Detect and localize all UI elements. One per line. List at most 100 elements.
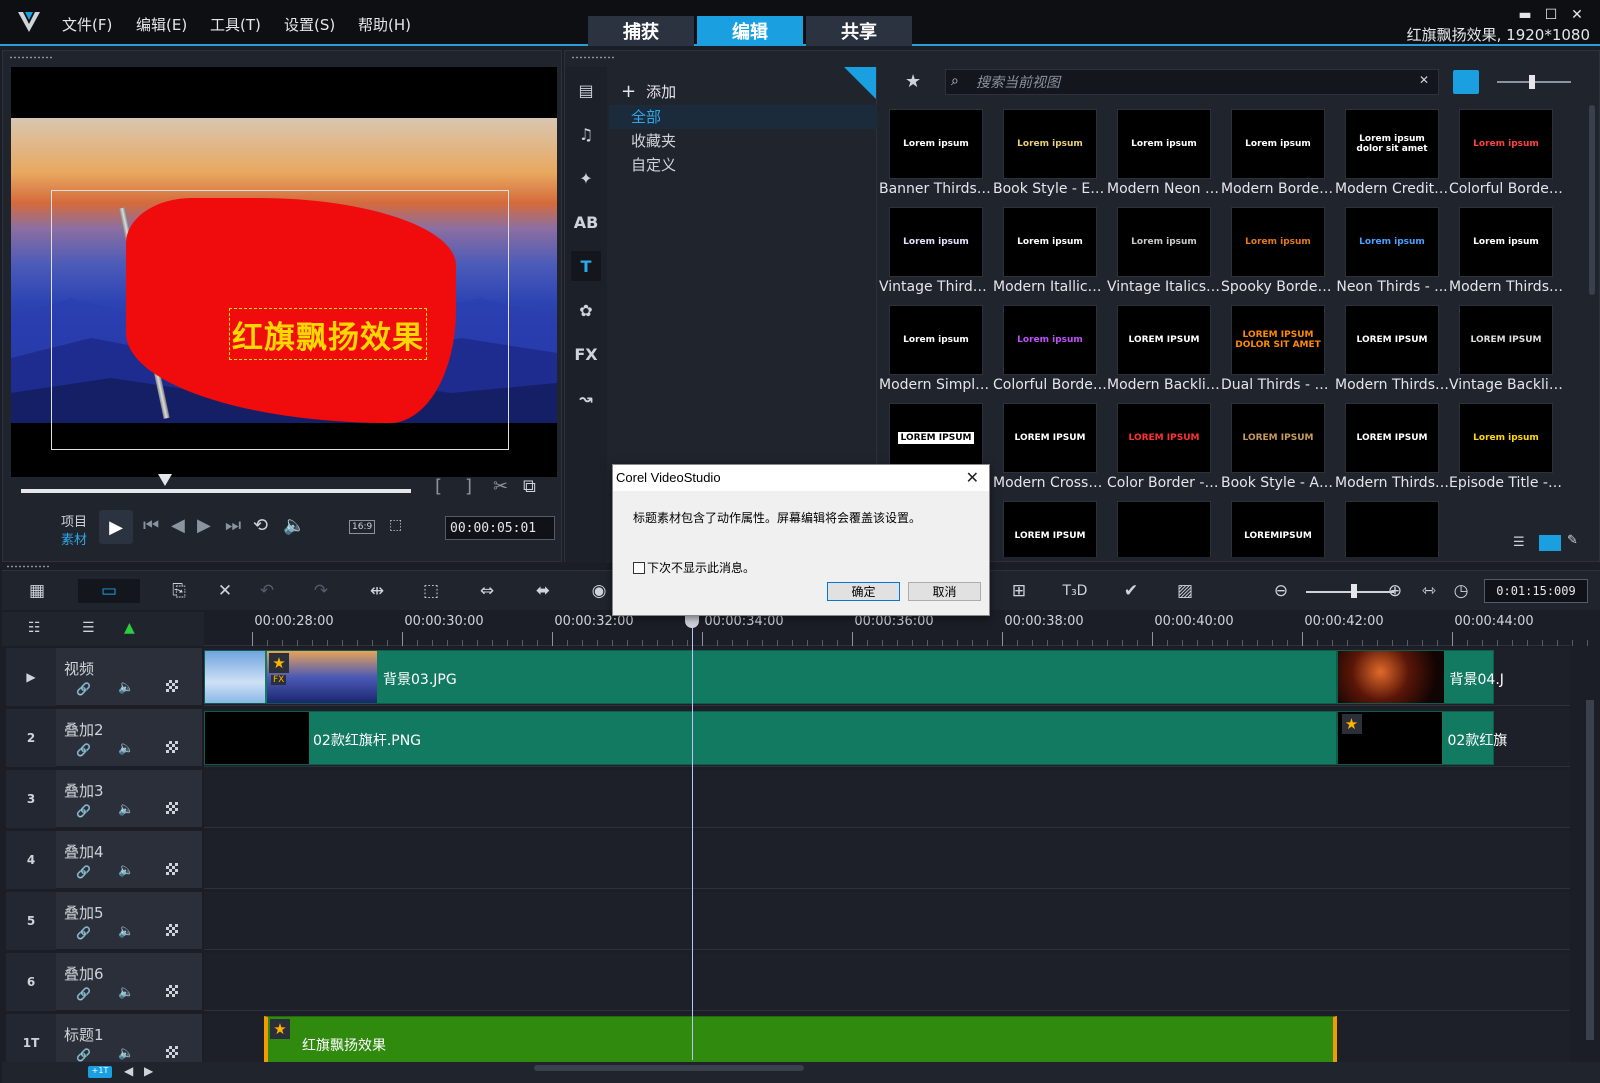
title-preset-tile[interactable]: Lorem ipsum dolor sit amet Modern Credits… [1335, 105, 1449, 203]
track-visibility-icon[interactable] [166, 1046, 178, 1058]
storyboard-view-icon[interactable]: ▦ [24, 579, 50, 603]
fit-icon[interactable]: ⇹ [364, 579, 390, 603]
fit-project-icon[interactable]: ⇿ [1416, 579, 1442, 603]
chapter-marker-icon[interactable]: ▲ [124, 620, 135, 636]
mark-out-icon[interactable]: ] [465, 476, 472, 497]
crop-icon[interactable]: ⬚ [418, 579, 444, 603]
title-preset-tile[interactable]: LOREM IPSUM Modern Backlig... [1107, 301, 1221, 399]
title-preset-tile[interactable]: Lorem ipsum Spooky Border ... [1221, 203, 1335, 301]
previous-frame-icon[interactable]: ◀ [171, 515, 185, 536]
enlarge-preview-icon[interactable]: ⧉ [523, 476, 536, 497]
3d-title-icon[interactable]: T₃D [1062, 579, 1088, 603]
track-visibility-icon[interactable] [166, 741, 178, 753]
link-icon[interactable]: 🔗 [76, 987, 91, 1001]
scrub-bar[interactable] [21, 489, 411, 493]
link-icon[interactable]: 🔗 [76, 865, 91, 879]
volume-icon[interactable]: 🔈 [118, 741, 134, 756]
tools-icon[interactable]: ✕ [212, 579, 238, 603]
title-preset-tile[interactable]: Lorem ipsum Modern Border... [1221, 105, 1335, 203]
cancel-button[interactable]: 取消 [908, 582, 981, 601]
title-preset-tile[interactable]: Lorem ipsum Modern Itallics ... [993, 203, 1107, 301]
thumbnail-view-icon[interactable] [1539, 535, 1561, 551]
repeat-icon[interactable]: ⟲ [253, 515, 268, 536]
checkbox-box[interactable] [633, 561, 645, 574]
track-lane-overlay6[interactable] [204, 953, 1570, 1011]
title-icon[interactable]: T [571, 251, 601, 281]
redo-icon[interactable]: ↷ [308, 579, 334, 603]
panel-grip[interactable] [9, 56, 53, 59]
link-icon[interactable]: 🔗 [76, 1048, 91, 1062]
add-folder-button[interactable]: + 添加 [621, 81, 676, 102]
link-icon[interactable]: 🔗 [76, 682, 91, 696]
tab-share[interactable]: 共享 [806, 16, 912, 46]
track-header-overlay2[interactable]: 2 叠加2 🔗 🔈 [6, 709, 202, 767]
folder-favorites[interactable]: 收藏夹 [609, 129, 877, 153]
next-frame-icon[interactable]: ▶ [197, 515, 211, 536]
volume-icon[interactable]: 🔈 [118, 985, 134, 1000]
timeline-horizontal-scrollbar[interactable] [534, 1065, 804, 1071]
zoom-slider[interactable] [1306, 591, 1394, 593]
media-clip[interactable]: ★ 02款红旗 [1336, 711, 1507, 765]
volume-icon[interactable]: 🔈 [118, 924, 134, 939]
tab-edit[interactable]: 编辑 [697, 16, 803, 46]
track-visibility-icon[interactable] [166, 680, 178, 692]
scrub-thumb[interactable] [158, 474, 173, 486]
aspect-ratio-button[interactable]: 16:9 [349, 520, 376, 534]
scroll-right-icon[interactable]: ▶ [144, 1064, 153, 1078]
transition-icon[interactable]: AB [571, 207, 601, 237]
timeline-view-icon[interactable]: ▭ [78, 579, 140, 603]
playhead-handle[interactable] [685, 614, 699, 628]
track-type-icon[interactable]: 2 [6, 709, 56, 767]
media-icon[interactable]: ▤ [571, 75, 601, 105]
track-visibility-icon[interactable] [166, 985, 178, 997]
dont-show-again-checkbox[interactable]: 下次不显示此消息。 [633, 559, 755, 576]
timeline-vertical-scrollbar[interactable] [1586, 700, 1594, 1040]
copy-icon[interactable]: ⎘ [166, 579, 192, 603]
resize-icon[interactable]: ⬚ [389, 517, 402, 533]
volume-icon[interactable]: 🔈 [118, 1046, 134, 1061]
zoom-out-icon[interactable]: ⊖ [1268, 579, 1294, 603]
thumbnail-size-knob[interactable] [1529, 75, 1535, 89]
link-icon[interactable]: 🔗 [76, 743, 91, 757]
title-preset-tile[interactable]: Lorem ipsum Vintage Italics -... [1107, 203, 1221, 301]
title-preset-tile[interactable] [1335, 497, 1449, 557]
subtitle-icon[interactable]: ▨ [1172, 579, 1198, 603]
clear-search-icon[interactable]: ✕ [1419, 73, 1429, 87]
track-manager-icon[interactable]: ☷ [28, 620, 41, 636]
title-preset-tile[interactable]: LOREM IPSUM DOLOR SIT AMET Dual Thirds - … [1221, 301, 1335, 399]
link-icon[interactable]: 🔗 [76, 804, 91, 818]
path-icon[interactable]: ↝ [571, 383, 601, 413]
track-motion-icon[interactable]: ⊞ [1006, 579, 1032, 603]
menu-help[interactable]: 帮助(H) [358, 14, 411, 35]
track-type-icon[interactable]: 4 [6, 831, 56, 889]
link-icon[interactable]: 🔗 [76, 926, 91, 940]
title-preset-tile[interactable]: LOREM IPSUM Modern Thirds ... [1335, 301, 1449, 399]
track-type-icon[interactable]: 5 [6, 892, 56, 950]
media-clip[interactable]: 02款红旗杆.PNG [204, 711, 1337, 765]
zoom-in-icon[interactable]: ⊕ [1382, 579, 1408, 603]
library-scrollbar[interactable] [1589, 105, 1595, 295]
volume-icon[interactable]: 🔈 [118, 802, 134, 817]
track-lane-overlay3[interactable] [204, 770, 1570, 828]
track-visibility-icon[interactable] [166, 863, 178, 875]
time-ruler[interactable]: 00:00:28:00 00:00:30:00 00:00:32:00 00:00:3… [204, 612, 1588, 646]
track-visibility-icon[interactable] [166, 924, 178, 936]
dialog-close-icon[interactable]: ✕ [966, 468, 979, 488]
track-lane-overlay4[interactable] [204, 831, 1570, 889]
title-preset-tile[interactable]: Lorem ipsum Banner Thirds - ... [879, 105, 993, 203]
menu-tools[interactable]: 工具(T) [210, 14, 261, 35]
home-icon[interactable]: ⏮ [143, 515, 159, 536]
filter-icon[interactable]: FX [571, 339, 601, 369]
track-type-icon[interactable]: 6 [6, 953, 56, 1011]
add-track-icon[interactable]: ☰ [82, 620, 95, 636]
zoom-knob[interactable] [1351, 584, 1358, 598]
menu-edit[interactable]: 编辑(E) [136, 14, 187, 35]
favorite-add-icon[interactable]: ★ [905, 71, 921, 92]
title-preset-tile[interactable]: Lorem ipsum Neon Thirds - ... [1335, 203, 1449, 301]
title-preset-tile[interactable] [1107, 497, 1221, 557]
pin-icon[interactable] [844, 67, 876, 99]
track-header-overlay6[interactable]: 6 叠加6 🔗 🔈 [6, 953, 202, 1011]
title-preset-tile[interactable]: Lorem ipsum Modern Neon -... [1107, 105, 1221, 203]
track-type-icon[interactable]: ▶ [6, 648, 56, 706]
track-visibility-icon[interactable] [166, 802, 178, 814]
